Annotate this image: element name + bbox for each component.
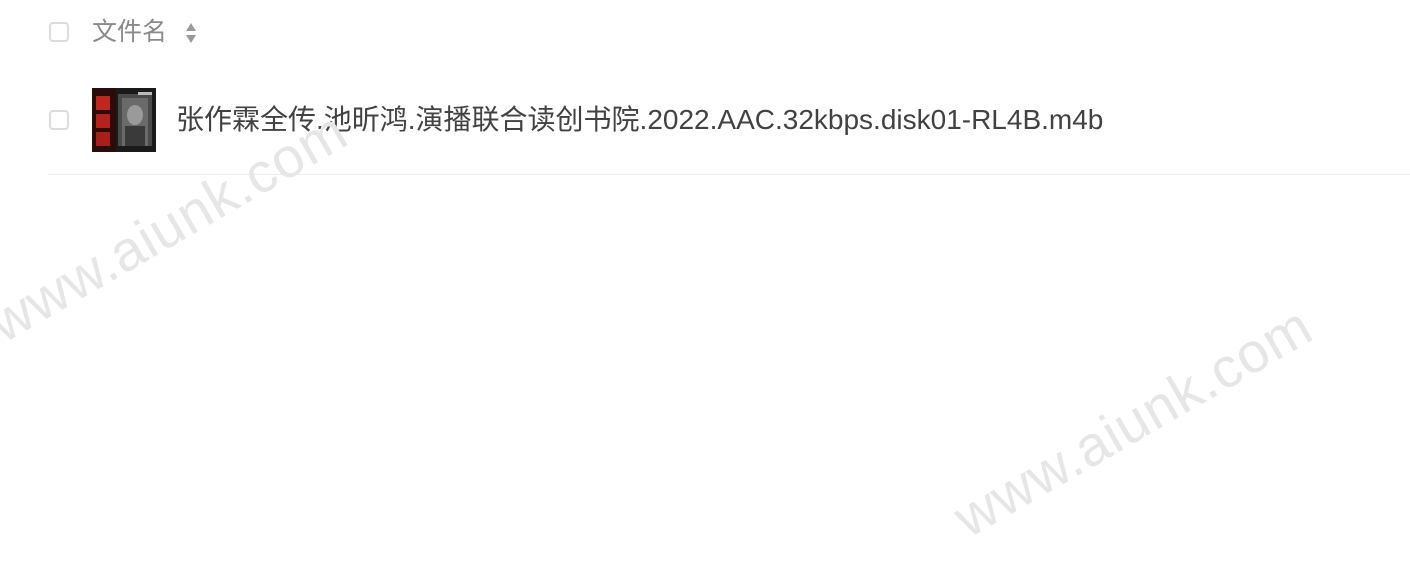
file-row[interactable]: 张作霖全传.池昕鸿.演播联合读创书院.2022.AAC.32kbps.disk0… xyxy=(0,80,1410,174)
file-list-header: 文件名 xyxy=(0,0,1410,64)
sort-updown-icon[interactable] xyxy=(184,21,198,45)
file-name[interactable]: 张作霖全传.池昕鸿.演播联合读创书院.2022.AAC.32kbps.disk0… xyxy=(176,102,1103,138)
file-row-checkbox[interactable] xyxy=(49,110,69,130)
column-header-filename[interactable]: 文件名 xyxy=(92,14,167,50)
file-list-page: 文件名 张作霖全传.池昕鸿.演播联合读创书院.2022.AAC.32kbps.d… xyxy=(0,0,1410,588)
watermark-text: www.aiunk.com xyxy=(943,293,1323,550)
select-all-checkbox[interactable] xyxy=(49,22,69,42)
album-cover-thumbnail xyxy=(92,88,156,152)
row-divider xyxy=(48,174,1410,175)
